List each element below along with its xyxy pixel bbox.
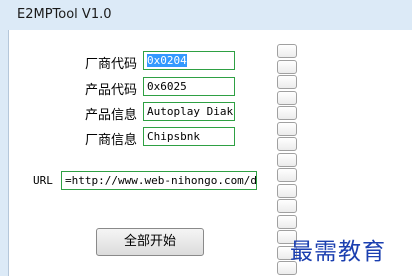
status-box	[277, 199, 297, 213]
status-box	[277, 75, 297, 89]
window-frame-left	[0, 30, 8, 276]
vendor-info-label: 厂商信息	[85, 133, 138, 148]
url-field[interactable]: =http://www.web-nihongo.com/di	[61, 171, 257, 190]
status-box	[277, 214, 297, 229]
product-code-label: 产品代码	[85, 83, 138, 98]
status-box	[277, 59, 297, 74]
status-box	[277, 168, 297, 182]
vendor-code-value: 0x0204	[147, 54, 187, 67]
watermark-text: 最需教育	[290, 239, 386, 265]
status-box	[277, 137, 297, 151]
status-box	[277, 152, 297, 167]
product-info-field[interactable]: Autoplay Diak	[143, 102, 235, 121]
window-title: E2MPTool V1.0	[17, 7, 112, 22]
vendor-code-field[interactable]: 0x0204	[143, 51, 235, 70]
status-box	[277, 44, 297, 58]
status-box	[277, 121, 297, 136]
status-box	[277, 90, 297, 105]
url-label: URL	[33, 174, 53, 187]
vendor-code-label: 厂商代码	[85, 57, 138, 72]
status-box	[277, 106, 297, 120]
vendor-info-field[interactable]: Chipsbnk	[143, 127, 235, 146]
product-info-label: 产品信息	[85, 108, 138, 123]
start-all-button[interactable]: 全部开始	[96, 228, 204, 256]
product-code-field[interactable]: 0x6025	[143, 77, 235, 96]
status-box	[277, 183, 297, 198]
title-bar: E2MPTool V1.0	[0, 0, 412, 30]
